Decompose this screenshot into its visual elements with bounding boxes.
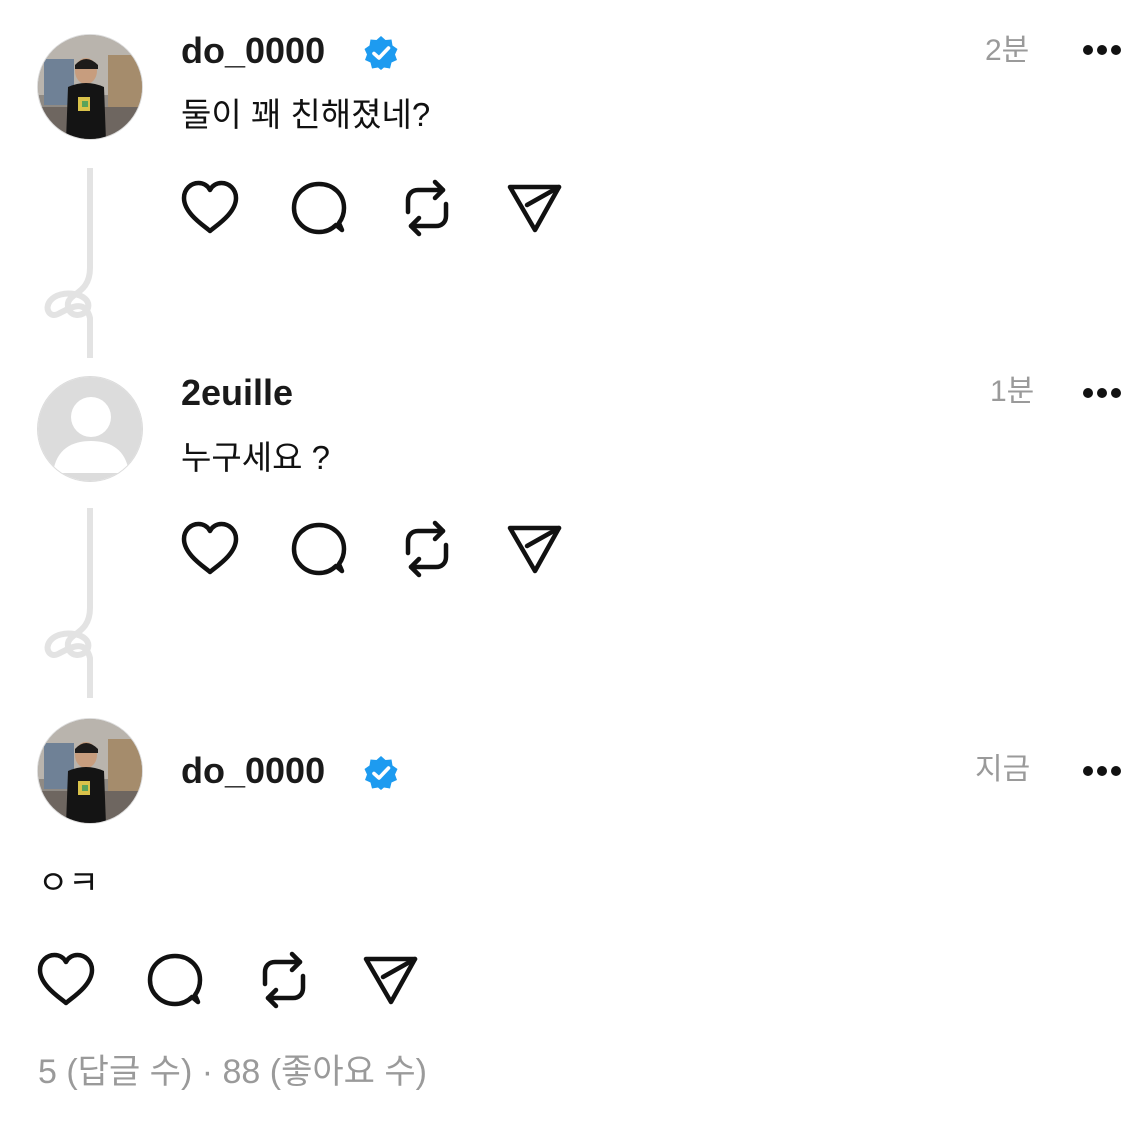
heart-icon[interactable]: [180, 519, 240, 579]
timestamp: 1분: [990, 375, 1035, 408]
more-icon[interactable]: [1082, 44, 1122, 56]
username[interactable]: do_0000: [181, 33, 325, 69]
verified-badge-icon: [362, 754, 400, 792]
avatar-2euille[interactable]: [37, 376, 143, 482]
repost-icon[interactable]: [397, 519, 457, 579]
comment-icon[interactable]: [145, 950, 205, 1010]
post-text: ㅇㅋ: [38, 864, 99, 901]
username[interactable]: do_0000: [181, 753, 325, 789]
avatar-do-0000[interactable]: [37, 718, 143, 824]
more-icon[interactable]: [1082, 387, 1122, 399]
more-icon[interactable]: [1082, 765, 1122, 777]
timestamp: 지금: [975, 753, 1031, 786]
repost-icon[interactable]: [397, 178, 457, 238]
send-icon[interactable]: [505, 519, 565, 579]
send-icon[interactable]: [361, 950, 421, 1010]
heart-icon[interactable]: [36, 950, 96, 1010]
post-text: 둘이 꽤 친해졌네?: [181, 96, 431, 133]
verified-badge-icon: [362, 34, 400, 72]
post-stats[interactable]: 5 (답글 수) · 88 (좋아요 수): [38, 1055, 427, 1089]
timestamp: 2분: [985, 34, 1030, 67]
avatar-do-0000[interactable]: [37, 34, 143, 140]
thread-connector: [40, 508, 100, 698]
thread-connector: [40, 168, 100, 358]
heart-icon[interactable]: [180, 178, 240, 238]
username[interactable]: 2euille: [181, 375, 293, 411]
comment-icon[interactable]: [289, 178, 349, 238]
comment-icon[interactable]: [289, 519, 349, 579]
send-icon[interactable]: [505, 178, 565, 238]
post-text: 누구세요 ?: [181, 439, 330, 476]
repost-icon[interactable]: [254, 950, 314, 1010]
